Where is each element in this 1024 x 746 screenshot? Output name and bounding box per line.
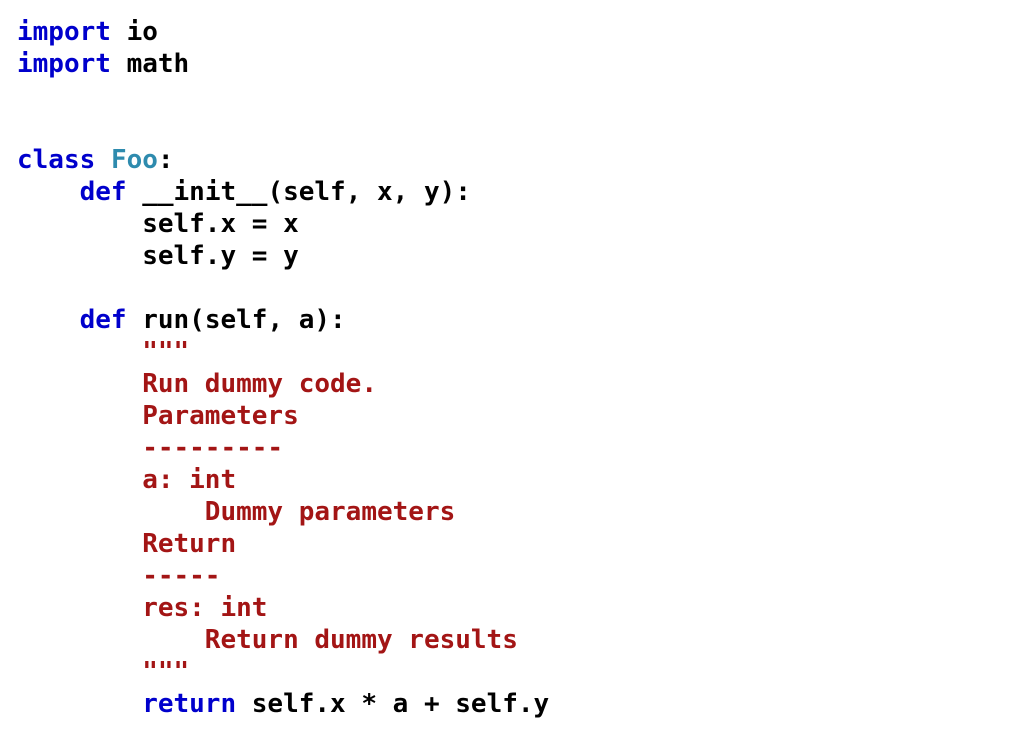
code-line[interactable]: Dummy parameters: [205, 496, 455, 528]
string-token: res: int: [142, 593, 268, 623]
keyword-token: def: [79, 305, 127, 335]
string-token: Return: [142, 529, 237, 559]
code-line[interactable]: ---------: [142, 432, 283, 464]
keyword-token: return: [142, 689, 237, 719]
string-token: Parameters: [142, 401, 299, 431]
keyword-token: def: [79, 177, 127, 207]
string-token: Dummy parameters: [204, 497, 456, 527]
code-token: io: [110, 17, 158, 47]
code-line[interactable]: self.x = x: [142, 208, 299, 240]
string-token: """: [142, 337, 190, 367]
string-token: -----: [142, 561, 221, 591]
code-line[interactable]: """: [142, 336, 189, 368]
code-token: self.x * a + self.y: [236, 689, 550, 719]
code-token: self.x = x: [142, 209, 299, 239]
class-name-token: Foo: [110, 145, 158, 175]
code-token: :: [157, 145, 174, 175]
code-token: math: [110, 49, 190, 79]
string-token: Return dummy results: [204, 625, 518, 655]
code-line[interactable]: def __init__(self, x, y):: [80, 176, 471, 208]
string-token: ---------: [142, 433, 284, 463]
code-line[interactable]: """: [142, 656, 189, 688]
code-token: run(self, a):: [126, 305, 346, 335]
code-line[interactable]: return self.x * a + self.y: [142, 688, 549, 720]
keyword-token: import: [17, 17, 111, 47]
code-line[interactable]: Run dummy code.: [142, 368, 377, 400]
code-token: self.y = y: [142, 241, 299, 271]
code-line[interactable]: self.y = y: [142, 240, 299, 272]
keyword-token: import: [17, 49, 111, 79]
code-line[interactable]: import io: [17, 16, 158, 48]
code-editor[interactable]: import io import math class Foo: def __init…: [0, 0, 1024, 746]
code-token: __init__(self, x, y):: [126, 177, 471, 207]
code-line[interactable]: Return dummy results: [205, 624, 518, 656]
code-line[interactable]: Parameters: [142, 400, 299, 432]
code-line[interactable]: def run(self, a):: [80, 304, 346, 336]
code-line[interactable]: import math: [17, 48, 189, 80]
string-token: a: int: [142, 465, 237, 495]
code-line[interactable]: a: int: [142, 464, 236, 496]
code-line[interactable]: class Foo:: [17, 144, 174, 176]
code-line[interactable]: -----: [142, 560, 220, 592]
keyword-token: class: [17, 145, 96, 175]
string-token: Run dummy code.: [142, 369, 377, 399]
string-token: """: [142, 657, 190, 687]
code-line[interactable]: res: int: [142, 592, 267, 624]
code-line[interactable]: Return: [142, 528, 236, 560]
